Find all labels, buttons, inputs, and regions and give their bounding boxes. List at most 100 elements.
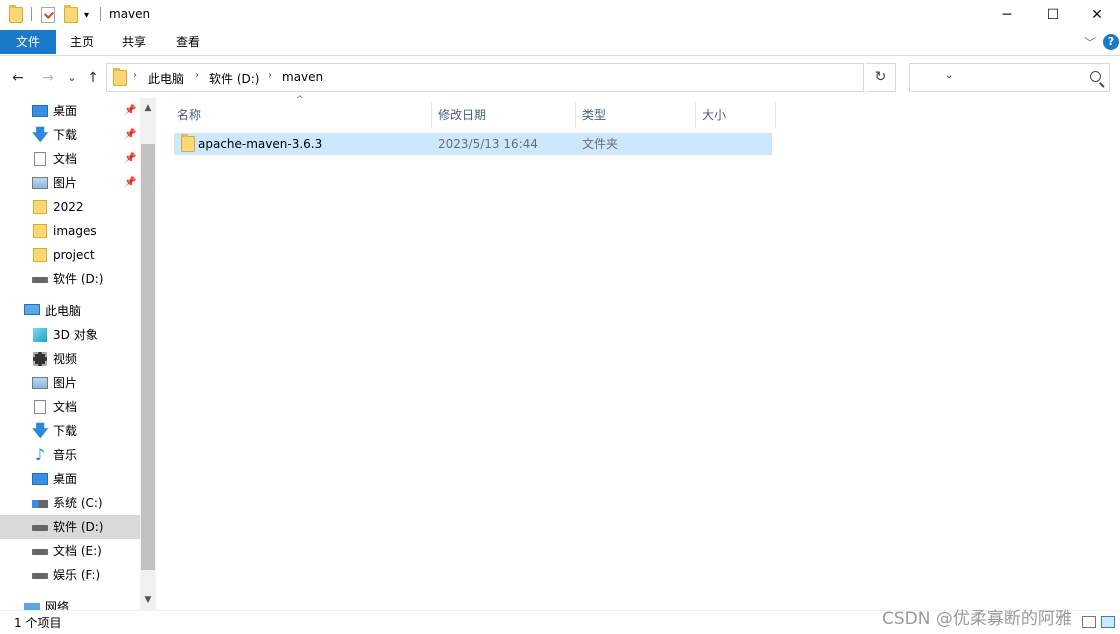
download-icon: 🡇 bbox=[32, 421, 49, 440]
forward-button[interactable]: → bbox=[38, 68, 58, 88]
3d-objects-icon bbox=[33, 328, 47, 342]
picture-icon bbox=[32, 177, 48, 189]
pin-icon[interactable]: 📌 bbox=[124, 171, 136, 195]
recent-locations-icon[interactable]: ⌄ bbox=[62, 68, 82, 88]
sidebar-item-2022[interactable]: 2022 bbox=[0, 195, 140, 219]
properties-icon[interactable] bbox=[41, 6, 55, 24]
sidebar-item-3d-objects[interactable]: 3D 对象 bbox=[0, 323, 140, 347]
sidebar-item-drive-d-quick[interactable]: 软件 (D:) bbox=[0, 267, 140, 291]
column-header-name[interactable]: 名称 bbox=[171, 102, 432, 128]
sidebar-item-label: 下载 bbox=[53, 424, 78, 438]
address-bar[interactable]: › 此电脑 › 软件 (D:) › maven ⌄ bbox=[106, 63, 953, 92]
sidebar-item-project[interactable]: project bbox=[0, 243, 140, 267]
pin-icon[interactable]: 📌 bbox=[124, 147, 136, 171]
document-icon bbox=[34, 152, 46, 166]
breadcrumb-drive-d[interactable]: 软件 (D:) bbox=[209, 70, 259, 87]
close-button[interactable]: ✕ bbox=[1074, 0, 1120, 30]
tab-view[interactable]: 查看 bbox=[160, 30, 216, 54]
file-name: apache-maven-3.6.3 bbox=[198, 137, 323, 151]
minimize-button[interactable]: ─ bbox=[984, 0, 1030, 30]
system-drive-icon bbox=[32, 500, 48, 508]
sidebar-item-label: 娱乐 (F:) bbox=[53, 568, 101, 582]
details-view-icon[interactable] bbox=[1082, 616, 1096, 628]
file-list: ^ 名称 修改日期 类型 大小 apache-maven-3.6.3 2023/… bbox=[156, 95, 1120, 610]
pin-icon[interactable]: 📌 bbox=[124, 99, 136, 123]
drive-icon bbox=[32, 549, 48, 555]
search-input[interactable] bbox=[909, 63, 1110, 92]
picture-icon bbox=[32, 377, 48, 389]
title-bar: ▾ maven ─ ☐ ✕ bbox=[0, 0, 1120, 30]
sidebar-item-label: 此电脑 bbox=[45, 304, 82, 318]
sidebar-item-desktop-pc[interactable]: 桌面 bbox=[0, 467, 140, 491]
sidebar-item-label: 桌面 bbox=[53, 472, 78, 486]
sidebar-item-label: 下载 bbox=[53, 128, 78, 142]
network-icon bbox=[24, 603, 40, 610]
sidebar-scrollbar[interactable]: ▲ ▼ bbox=[140, 98, 156, 610]
sidebar-item-network[interactable]: 网络 bbox=[0, 595, 140, 610]
divider bbox=[100, 7, 101, 21]
sidebar-item-drive-d[interactable]: 软件 (D:) bbox=[0, 515, 140, 539]
refresh-button[interactable]: ↻ bbox=[866, 63, 896, 92]
sidebar-item-label: 图片 bbox=[53, 376, 78, 390]
scroll-thumb[interactable] bbox=[141, 144, 155, 570]
sidebar-item-label: 文档 (E:) bbox=[53, 544, 102, 558]
sidebar-item-label: project bbox=[53, 248, 95, 262]
new-folder-icon[interactable] bbox=[64, 5, 78, 24]
document-icon bbox=[34, 400, 46, 414]
chevron-right-icon[interactable]: › bbox=[268, 70, 272, 81]
file-type: 文件夹 bbox=[582, 137, 619, 151]
pin-icon[interactable]: 📌 bbox=[124, 123, 136, 147]
sidebar-item-downloads-pc[interactable]: 🡇 下载 bbox=[0, 419, 140, 443]
sidebar-item-label: 视频 bbox=[53, 352, 78, 366]
sidebar-item-documents[interactable]: 文档 📌 bbox=[0, 147, 140, 171]
back-button[interactable]: ← bbox=[8, 68, 28, 88]
computer-icon bbox=[24, 304, 40, 315]
chevron-right-icon[interactable]: › bbox=[133, 70, 137, 81]
window-title: maven bbox=[109, 7, 151, 21]
folder-icon bbox=[33, 200, 47, 214]
chevron-right-icon[interactable]: › bbox=[195, 70, 199, 81]
video-icon bbox=[33, 352, 47, 366]
sidebar-item-downloads[interactable]: 🡇 下载 📌 bbox=[0, 123, 140, 147]
column-header-modified[interactable]: 修改日期 bbox=[432, 102, 576, 128]
large-icons-view-icon[interactable] bbox=[1101, 616, 1115, 628]
sidebar-item-this-pc[interactable]: 此电脑 bbox=[0, 299, 140, 323]
help-icon[interactable]: ? bbox=[1103, 34, 1119, 50]
maximize-button[interactable]: ☐ bbox=[1030, 0, 1076, 30]
tab-home[interactable]: 主页 bbox=[56, 30, 108, 54]
tab-file[interactable]: 文件 bbox=[0, 30, 56, 54]
folder-icon bbox=[181, 134, 195, 152]
navigation-pane: 桌面 📌 🡇 下载 📌 文档 📌 图片 📌 2022 images projec… bbox=[0, 98, 156, 610]
desktop-icon bbox=[32, 473, 48, 485]
sidebar-item-drive-e[interactable]: 文档 (E:) bbox=[0, 539, 140, 563]
drive-icon bbox=[32, 573, 48, 579]
table-row[interactable]: apache-maven-3.6.3 2023/5/13 16:44 文件夹 bbox=[174, 133, 772, 155]
sidebar-item-desktop[interactable]: 桌面 📌 bbox=[0, 99, 140, 123]
sidebar-item-label: 3D 对象 bbox=[53, 328, 98, 342]
up-button[interactable]: ↑ bbox=[83, 68, 103, 88]
tab-share[interactable]: 共享 bbox=[108, 30, 160, 54]
breadcrumb-this-pc[interactable]: 此电脑 bbox=[148, 70, 184, 87]
sidebar-item-label: 2022 bbox=[53, 200, 84, 214]
desktop-icon bbox=[32, 105, 48, 117]
folder-icon[interactable] bbox=[9, 5, 23, 24]
sidebar-item-videos[interactable]: 视频 bbox=[0, 347, 140, 371]
sidebar-item-drive-c[interactable]: 系统 (C:) bbox=[0, 491, 140, 515]
column-header-size[interactable]: 大小 bbox=[696, 102, 776, 128]
drive-icon bbox=[32, 277, 48, 283]
sidebar-item-pictures-pc[interactable]: 图片 bbox=[0, 371, 140, 395]
scroll-down-icon[interactable]: ▼ bbox=[140, 592, 156, 608]
item-count: 1 个项目 bbox=[14, 616, 62, 630]
column-header-type[interactable]: 类型 bbox=[576, 102, 696, 128]
sidebar-item-pictures[interactable]: 图片 📌 bbox=[0, 171, 140, 195]
folder-icon bbox=[113, 68, 127, 86]
sidebar-item-documents-pc[interactable]: 文档 bbox=[0, 395, 140, 419]
breadcrumb-maven[interactable]: maven bbox=[282, 70, 323, 84]
navigation-bar: ← → ⌄ ↑ › 此电脑 › 软件 (D:) › maven ⌄ ↻ bbox=[0, 58, 1120, 98]
quick-access-dropdown-icon[interactable]: ▾ bbox=[84, 6, 89, 24]
sidebar-item-drive-f[interactable]: 娱乐 (F:) bbox=[0, 563, 140, 587]
scroll-up-icon[interactable]: ▲ bbox=[140, 100, 156, 116]
sidebar-item-images[interactable]: images bbox=[0, 219, 140, 243]
ribbon-expand-icon[interactable]: ﹀ bbox=[1084, 34, 1096, 51]
sidebar-item-music[interactable]: ♪ 音乐 bbox=[0, 443, 140, 467]
